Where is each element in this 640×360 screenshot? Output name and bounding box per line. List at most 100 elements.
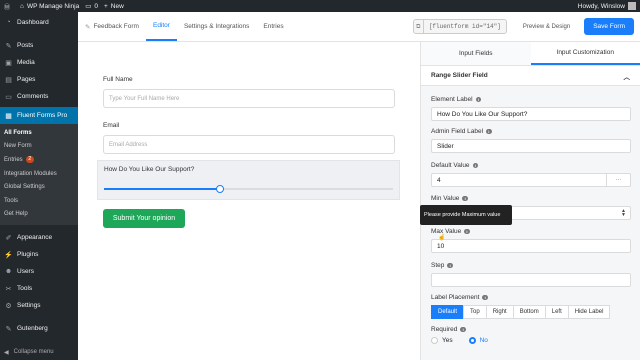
admin-bar: Ⓦ ⌂ WP Manage Ninja ▭ 0 + New Howdy, Winsl… xyxy=(0,0,640,12)
slider-label: How Do You Like Our Support? xyxy=(104,166,195,173)
comment-icon: ▭ xyxy=(5,93,12,101)
sidebar-item-label: Users xyxy=(17,268,34,276)
comment-bubble-icon: ▭ xyxy=(85,3,92,10)
placement-hide-label-button[interactable]: Hide Label xyxy=(567,305,611,319)
full-name-field[interactable]: Full Name Type Your Full Name Here xyxy=(103,76,395,108)
edit-icon: ✎ xyxy=(85,23,91,31)
submenu-tools[interactable]: Tools xyxy=(0,194,78,208)
users-icon: ☻ xyxy=(4,268,13,276)
tab-entries[interactable]: Entries xyxy=(256,12,290,41)
slider-handle[interactable] xyxy=(215,185,224,193)
submenu-new-form[interactable]: New Form xyxy=(0,140,78,154)
form-canvas: Full Name Type Your Full Name Here Email… xyxy=(78,42,420,360)
home-icon[interactable]: ⌂ WP Manage Ninja xyxy=(20,3,79,10)
tab-label: Feedback Form xyxy=(93,23,139,30)
wrench-icon: ✂ xyxy=(5,285,12,293)
submenu-all-forms[interactable]: All Forms xyxy=(0,126,78,140)
cursor-hand-icon: ☝ xyxy=(438,235,446,241)
submenu-get-help[interactable]: Get Help xyxy=(0,208,78,222)
email-input[interactable]: Email Address xyxy=(103,135,395,154)
sidebar-item-fluent-forms[interactable]: ▦ Fluent Forms Pro xyxy=(0,107,78,124)
sidebar-item-gutenberg[interactable]: ✎ Gutenberg xyxy=(0,320,78,337)
spinner-arrows-icon[interactable]: ▲ ▼ xyxy=(621,209,626,218)
submenu-entries-label: Entries xyxy=(4,156,23,163)
full-name-input[interactable]: Type Your Full Name Here xyxy=(103,89,395,108)
radio-label: No xyxy=(479,337,488,344)
site-name[interactable]: WP Manage Ninja xyxy=(27,3,79,10)
info-icon: i xyxy=(462,195,468,202)
collapse-menu[interactable]: ◀ Collapse menu xyxy=(0,346,54,358)
required-no-radio[interactable]: No xyxy=(468,337,488,344)
max-value-input[interactable]: 10 xyxy=(431,239,631,253)
chevron-up-icon: ︿ xyxy=(623,73,631,81)
required-yes-radio[interactable]: Yes xyxy=(431,337,453,344)
tab-editor[interactable]: Editor xyxy=(145,12,177,41)
sidebar-item-settings[interactable]: ⚙ Settings xyxy=(0,297,78,314)
placement-top-button[interactable]: Top xyxy=(463,305,487,319)
placement-left-button[interactable]: Left xyxy=(544,305,569,319)
setting-label: Label Placement xyxy=(431,294,480,301)
sidebar-item-label: Comments xyxy=(17,93,49,100)
forms-icon: ▦ xyxy=(5,112,12,120)
info-icon: i xyxy=(475,96,482,103)
new-link[interactable]: + New xyxy=(104,3,124,10)
panel-tabs: Input Fields Input Customization xyxy=(421,42,640,66)
label-placement-setting: Label Placement i Default Top Right Botto… xyxy=(431,294,631,319)
default-value-input[interactable]: 4 ··· xyxy=(431,173,631,187)
tab-input-fields[interactable]: Input Fields xyxy=(421,42,531,65)
greeting[interactable]: Howdy, Winslow xyxy=(578,3,625,10)
sidebar-item-tools[interactable]: ✂ Tools xyxy=(0,280,78,297)
email-field[interactable]: Email Email Address xyxy=(103,122,395,154)
submenu-entries[interactable]: Entries 2 xyxy=(0,153,78,167)
step-input[interactable] xyxy=(431,273,631,287)
sidebar-item-comments[interactable]: ▭ Comments xyxy=(0,88,78,105)
preview-design-button[interactable]: Preview & Design xyxy=(515,19,578,34)
page-icon: ▤ xyxy=(5,76,12,84)
admin-label-input[interactable]: Slider xyxy=(431,139,631,153)
submit-opinion-button[interactable]: Submit Your opinion xyxy=(103,209,185,228)
placement-right-button[interactable]: Right xyxy=(485,305,514,319)
sidebar-item-pages[interactable]: ▤ Pages xyxy=(0,71,78,88)
slider-fill xyxy=(104,188,220,190)
info-icon: i xyxy=(460,326,466,333)
sidebar-item-plugins[interactable]: ⚡ Plugins xyxy=(0,246,78,263)
submenu-integration-modules[interactable]: Integration Modules xyxy=(0,167,78,181)
placement-default-button[interactable]: Default xyxy=(431,305,465,319)
tab-feedback-form[interactable]: ✎ Feedback Form xyxy=(78,12,146,41)
media-icon: ▣ xyxy=(5,59,12,67)
save-form-button[interactable]: Save Form xyxy=(584,18,634,35)
submenu-global-settings[interactable]: Global Settings xyxy=(0,180,78,194)
tab-input-customization[interactable]: Input Customization xyxy=(530,42,640,65)
sidebar-item-appearance[interactable]: ✐ Appearance xyxy=(0,229,78,246)
sidebar-item-label: Tools xyxy=(17,285,33,293)
setting-label: Default Value xyxy=(431,162,470,169)
section-header[interactable]: Range Slider Field ︿ xyxy=(421,66,640,86)
shortcode-copy[interactable]: ⧉ [fluentform id="14"] xyxy=(412,19,507,34)
sidebar-item-users[interactable]: ☻ Users xyxy=(0,263,78,280)
comments-link[interactable]: ▭ 0 xyxy=(85,2,98,11)
default-value-setting: Default Value i 4 ··· xyxy=(431,162,631,187)
brush-icon: ✐ xyxy=(5,234,12,242)
sidebar-item-label: Dashboard xyxy=(17,19,49,26)
setting-label: Element Label xyxy=(431,96,473,103)
more-options-icon[interactable]: ··· xyxy=(606,174,630,186)
range-slider-field[interactable]: How Do You Like Our Support? xyxy=(97,160,400,200)
slider-track[interactable] xyxy=(104,185,393,193)
wordpress-logo-icon[interactable]: Ⓦ xyxy=(0,1,14,11)
sidebar-item-media[interactable]: ▣ Media xyxy=(0,54,78,71)
avatar[interactable] xyxy=(628,2,636,10)
collapse-label: Collapse menu xyxy=(13,349,54,355)
email-label: Email xyxy=(103,122,120,129)
sidebar-item-posts[interactable]: ✎ Posts xyxy=(0,37,78,54)
tab-settings-integrations[interactable]: Settings & Integrations xyxy=(177,12,256,41)
plus-icon: + xyxy=(104,2,108,10)
sidebar-item-label: Settings xyxy=(17,302,41,310)
placement-bottom-button[interactable]: Bottom xyxy=(512,305,546,319)
setting-label: Required xyxy=(431,326,458,333)
element-label-input[interactable]: How Do You Like Our Support? xyxy=(431,107,631,121)
radio-circle xyxy=(431,337,438,344)
sidebar-item-dashboard[interactable]: ◔ Dashboard xyxy=(0,14,78,31)
info-icon: i xyxy=(447,262,453,269)
info-icon: i xyxy=(472,162,479,169)
comments-count: 0 xyxy=(94,2,98,10)
